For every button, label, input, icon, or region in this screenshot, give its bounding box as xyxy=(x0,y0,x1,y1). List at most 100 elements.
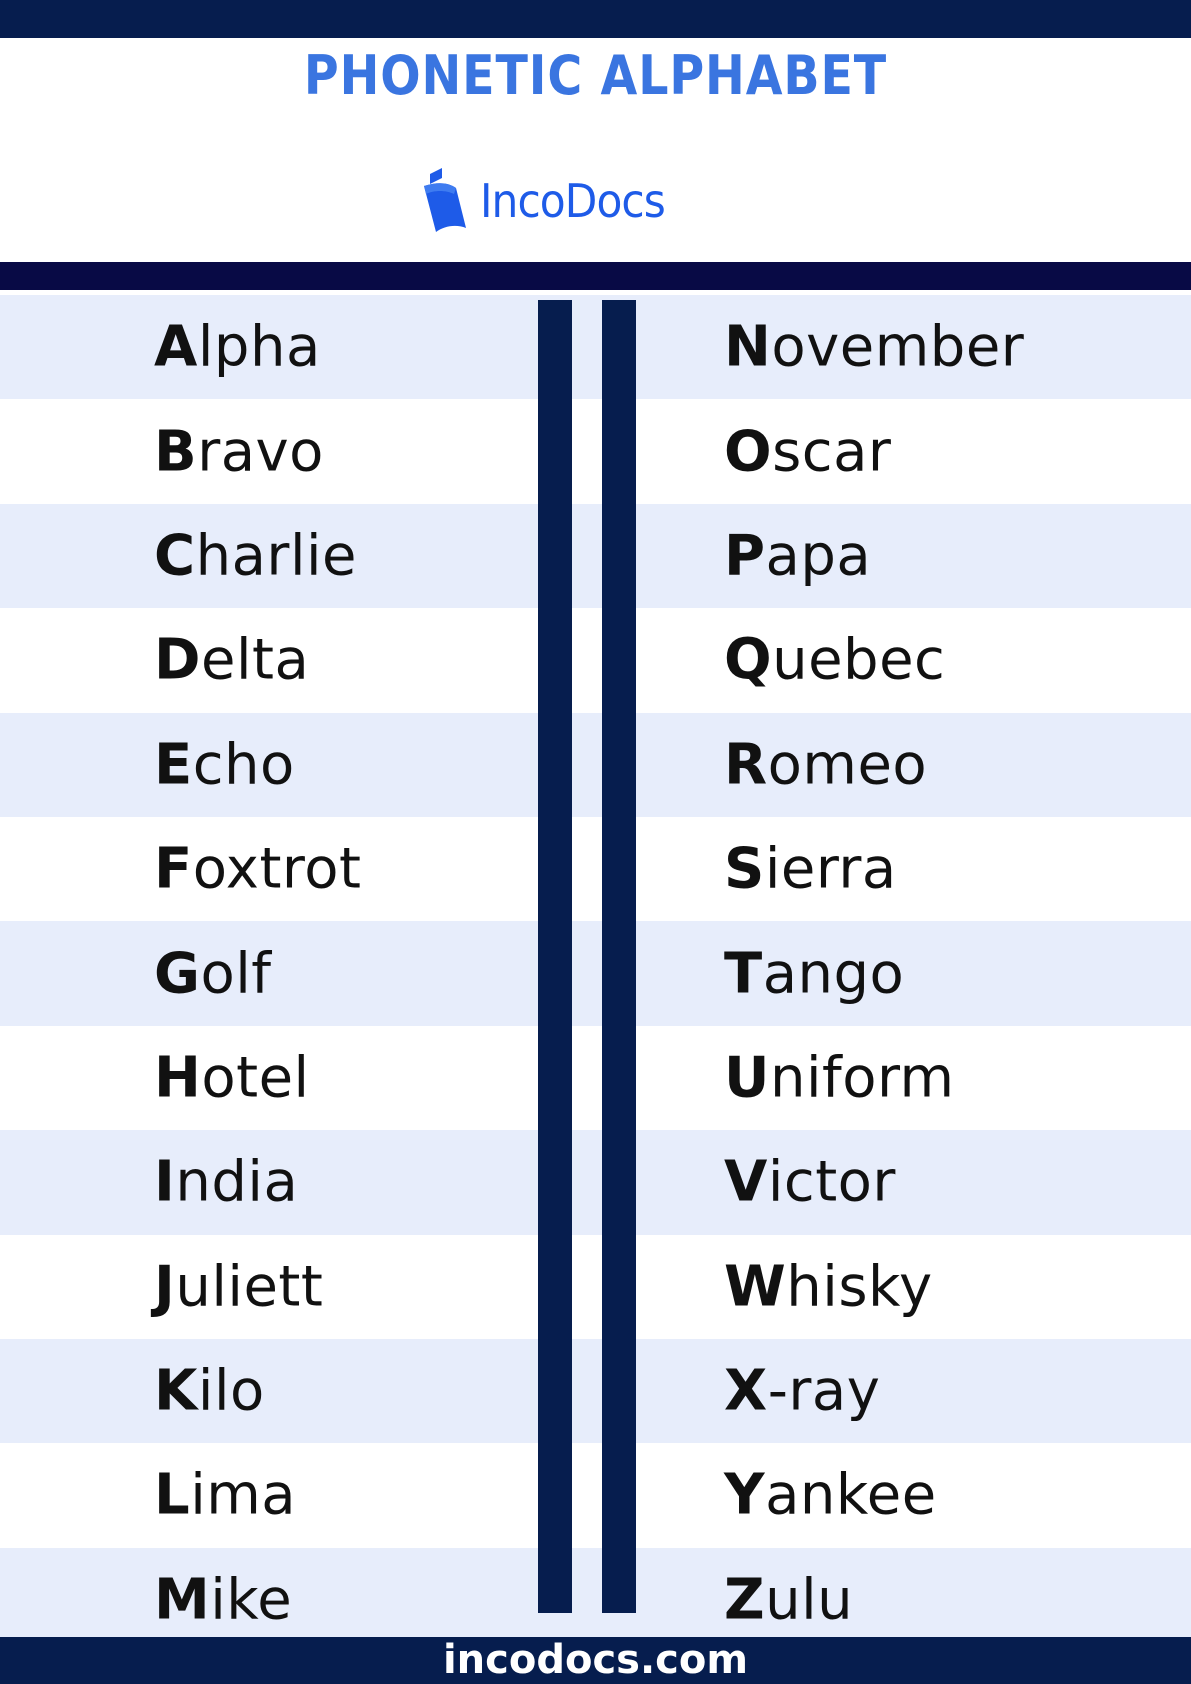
word-initial: Q xyxy=(724,627,773,693)
word-rest: ovember xyxy=(771,314,1025,380)
word-initial: E xyxy=(154,732,193,798)
website-link[interactable]: incodocs.com xyxy=(443,1637,748,1684)
table-row: Foxtrot Sierra xyxy=(0,817,1191,921)
word-initial: V xyxy=(724,1149,768,1215)
phonetic-word-right: Zulu xyxy=(724,1567,853,1632)
word-initial: R xyxy=(724,732,768,798)
phonetic-word-right: November xyxy=(724,315,1024,380)
phonetic-word-left: Charlie xyxy=(154,523,357,588)
word-rest: olf xyxy=(200,941,272,1007)
word-initial: G xyxy=(154,941,201,1007)
word-initial: S xyxy=(724,836,765,902)
phonetic-word-left: Juliett xyxy=(154,1254,323,1319)
phonetic-word-left: Hotel xyxy=(154,1045,310,1110)
phonetic-word-right: Papa xyxy=(724,523,871,588)
phonetic-word-left: Golf xyxy=(154,941,272,1006)
word-rest: -ray xyxy=(767,1358,881,1424)
alphabet-table: Alpha November Bravo Oscar Charlie Papa Delta Q… xyxy=(0,295,1191,1653)
table-row: Alpha November xyxy=(0,295,1191,400)
word-rest: omeo xyxy=(767,732,928,798)
phonetic-word-right: Whisky xyxy=(724,1254,933,1319)
word-initial: Y xyxy=(724,1462,766,1528)
phonetic-word-left: Foxtrot xyxy=(154,837,361,902)
word-initial: L xyxy=(154,1462,191,1528)
phonetic-word-right: Sierra xyxy=(724,837,897,902)
phonetic-word-left: Kilo xyxy=(154,1359,265,1424)
table-row: Golf Tango xyxy=(0,921,1191,1026)
phonetic-word-left: Alpha xyxy=(154,315,321,380)
word-rest: ilo xyxy=(197,1358,265,1424)
word-rest: ulu xyxy=(765,1567,854,1633)
word-rest: elta xyxy=(200,627,310,693)
word-initial: N xyxy=(724,314,772,380)
phonetic-word-right: Romeo xyxy=(724,732,927,797)
word-initial: P xyxy=(724,523,766,589)
word-initial: B xyxy=(154,419,198,485)
word-initial: W xyxy=(724,1254,787,1320)
word-rest: oxtrot xyxy=(192,836,362,902)
word-rest: hisky xyxy=(786,1254,933,1320)
word-initial: X xyxy=(724,1358,768,1424)
word-rest: otel xyxy=(201,1045,310,1111)
footer-bar: incodocs.com xyxy=(0,1637,1191,1684)
word-rest: harlie xyxy=(195,523,358,589)
word-rest: ima xyxy=(190,1462,297,1528)
word-initial: K xyxy=(154,1358,198,1424)
phonetic-word-right: Victor xyxy=(724,1150,896,1215)
word-rest: apa xyxy=(765,523,872,589)
phonetic-word-right: X-ray xyxy=(724,1359,880,1424)
word-initial: M xyxy=(154,1567,211,1633)
word-initial: J xyxy=(154,1254,176,1320)
word-rest: ankee xyxy=(765,1462,937,1528)
table-row: Bravo Oscar xyxy=(0,399,1191,503)
word-rest: ike xyxy=(210,1567,293,1633)
word-rest: scar xyxy=(772,419,892,485)
table-row: Charlie Papa xyxy=(0,503,1191,609)
word-initial: O xyxy=(724,419,773,485)
table-row: Lima Yankee xyxy=(0,1443,1191,1547)
phonetic-word-right: Tango xyxy=(724,941,904,1006)
phonetic-word-left: Echo xyxy=(154,732,295,797)
word-rest: niform xyxy=(769,1045,955,1111)
table-row: Juliett Whisky xyxy=(0,1235,1191,1339)
table-row: Echo Romeo xyxy=(0,712,1191,817)
word-rest: ango xyxy=(762,941,905,1007)
table-row: Delta Quebec xyxy=(0,608,1191,712)
column-separator-bar-left xyxy=(538,300,572,1613)
incodocs-logo-icon xyxy=(424,168,466,232)
word-rest: lpha xyxy=(197,314,321,380)
phonetic-word-right: Yankee xyxy=(724,1463,937,1528)
logo-text: IncoDocs xyxy=(480,174,666,228)
word-initial: F xyxy=(154,836,193,902)
word-rest: cho xyxy=(192,732,295,798)
phonetic-word-right: Uniform xyxy=(724,1045,955,1110)
top-banner-bar xyxy=(0,0,1191,38)
word-rest: ictor xyxy=(767,1149,896,1215)
word-initial: U xyxy=(724,1045,770,1111)
word-initial: I xyxy=(154,1149,176,1215)
word-rest: ierra xyxy=(764,836,897,902)
table-row: Kilo X-ray xyxy=(0,1338,1191,1444)
phonetic-word-left: Mike xyxy=(154,1567,292,1632)
word-initial: H xyxy=(154,1045,202,1111)
phonetic-word-left: Bravo xyxy=(154,419,324,484)
table-row: Hotel Uniform xyxy=(0,1026,1191,1130)
phonetic-word-right: Oscar xyxy=(724,419,891,484)
table-row: India Victor xyxy=(0,1130,1191,1235)
word-initial: Z xyxy=(724,1567,766,1633)
word-initial: A xyxy=(154,314,198,380)
word-initial: C xyxy=(154,523,196,589)
phonetic-word-left: India xyxy=(154,1150,298,1215)
phonetic-word-right: Quebec xyxy=(724,628,945,693)
header-divider-bar xyxy=(0,262,1191,290)
word-initial: T xyxy=(724,941,763,1007)
page-title: PHONETIC ALPHABET xyxy=(303,44,888,107)
word-rest: ravo xyxy=(197,419,324,485)
word-rest: ndia xyxy=(175,1149,299,1215)
word-rest: uebec xyxy=(772,627,946,693)
phonetic-word-left: Lima xyxy=(154,1463,296,1528)
column-separator-bar-right xyxy=(602,300,636,1613)
incodocs-logo: IncoDocs xyxy=(422,166,681,236)
word-rest: uliett xyxy=(175,1254,324,1320)
word-initial: D xyxy=(154,627,201,693)
